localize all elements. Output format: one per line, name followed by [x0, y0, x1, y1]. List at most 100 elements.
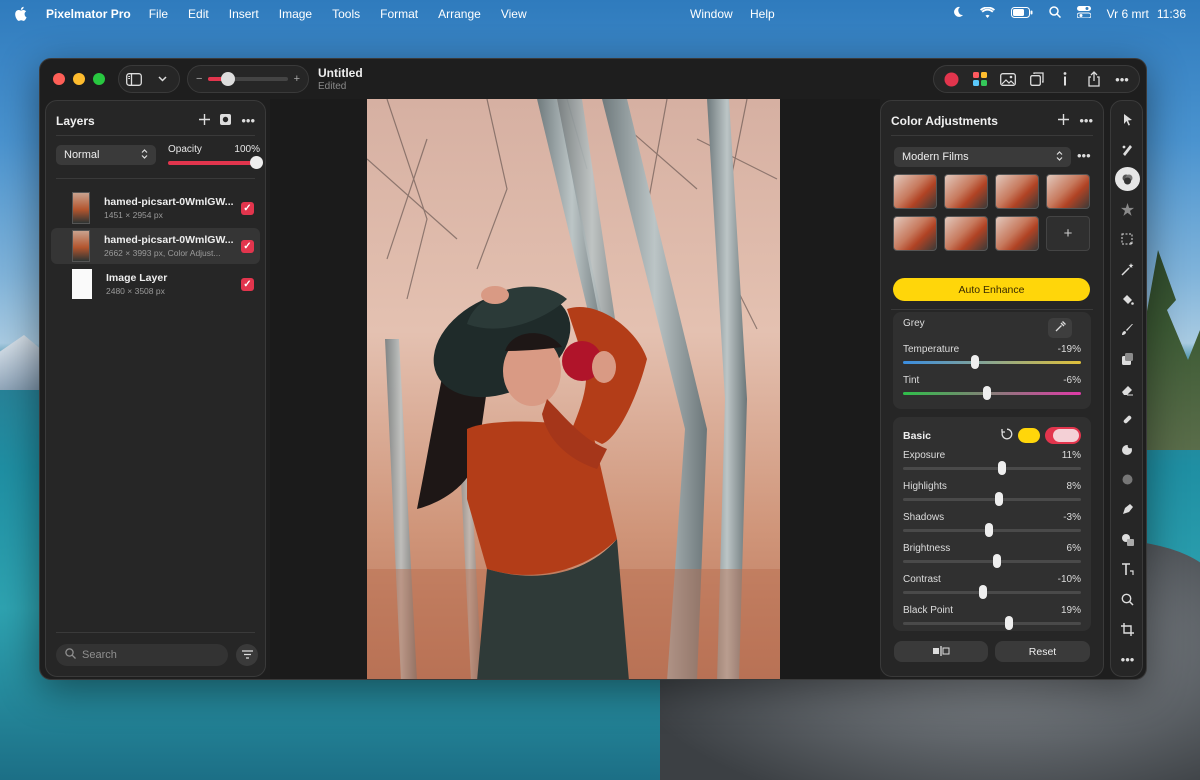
- add-adjustment-icon[interactable]: [1058, 113, 1070, 128]
- slider-value[interactable]: -10%: [1058, 574, 1081, 585]
- image-icon[interactable]: [999, 70, 1017, 88]
- zoom-out-icon[interactable]: −: [196, 73, 202, 85]
- eraser-tool-icon[interactable]: [1115, 377, 1140, 401]
- reset-button[interactable]: Reset: [995, 641, 1090, 662]
- add-layer-icon[interactable]: [199, 113, 211, 128]
- basic-slider-highlights[interactable]: Highlights 8%: [903, 481, 1081, 506]
- layer-row[interactable]: hamed-picsart-0WmlGW... 1451 × 2954 px ✓: [51, 190, 260, 226]
- zoom-tool-icon[interactable]: [1115, 587, 1140, 611]
- slider-knob[interactable]: [995, 492, 1004, 506]
- menu-format[interactable]: Format: [380, 7, 418, 21]
- layer-visibility-checkbox[interactable]: ✓: [241, 277, 254, 291]
- zoom-slider[interactable]: [208, 72, 288, 86]
- arrange-icon[interactable]: [1028, 70, 1046, 88]
- basic-slider-black-point[interactable]: Black Point 19%: [903, 605, 1081, 630]
- tint-value[interactable]: -6%: [1063, 375, 1081, 386]
- compare-button[interactable]: [894, 641, 988, 662]
- menu-window[interactable]: Window: [690, 7, 733, 21]
- type-tool-icon[interactable]: [1115, 557, 1140, 581]
- preset-thumbnail[interactable]: [944, 216, 988, 251]
- reset-circle-icon[interactable]: [1001, 428, 1013, 443]
- temperature-track[interactable]: [903, 361, 1081, 364]
- eyedropper-button[interactable]: [1048, 318, 1072, 338]
- opacity-value[interactable]: 100%: [234, 144, 260, 155]
- menu-view[interactable]: View: [501, 7, 527, 21]
- paint-bucket-tool-icon[interactable]: [1115, 287, 1140, 311]
- slider-value[interactable]: -3%: [1063, 512, 1081, 523]
- slider-knob[interactable]: [997, 461, 1006, 475]
- slider-value[interactable]: 6%: [1067, 543, 1081, 554]
- slider-track[interactable]: [903, 591, 1081, 594]
- selection-tool-icon[interactable]: [1115, 227, 1140, 251]
- menu-app-name[interactable]: Pixelmator Pro: [46, 7, 131, 21]
- menu-tools[interactable]: Tools: [332, 7, 360, 21]
- battery-icon[interactable]: [1010, 6, 1033, 21]
- basic-slider-contrast[interactable]: Contrast -10%: [903, 574, 1081, 599]
- pen-tool-icon[interactable]: [1115, 497, 1140, 521]
- temperature-knob[interactable]: [971, 355, 980, 369]
- filter-button[interactable]: [236, 644, 258, 666]
- preset-thumbnail[interactable]: [893, 216, 937, 251]
- temperature-slider[interactable]: Temperature -19%: [903, 344, 1081, 369]
- slider-knob[interactable]: [1004, 616, 1013, 630]
- tint-knob[interactable]: [982, 386, 991, 400]
- slider-track[interactable]: [903, 498, 1081, 501]
- slider-knob[interactable]: [985, 523, 994, 537]
- control-center-icon[interactable]: [1076, 6, 1092, 21]
- slider-value[interactable]: 11%: [1062, 450, 1081, 461]
- wifi-icon[interactable]: [979, 6, 995, 21]
- slider-value[interactable]: 8%: [1067, 481, 1081, 492]
- color-picker-icon[interactable]: [942, 70, 960, 88]
- chevron-down-icon[interactable]: [153, 70, 171, 88]
- canvas-area[interactable]: [270, 99, 880, 679]
- menu-arrange[interactable]: Arrange: [438, 7, 481, 21]
- zoom-button[interactable]: [93, 73, 105, 85]
- menu-edit[interactable]: Edit: [188, 7, 209, 21]
- basic-slider-brightness[interactable]: Brightness 6%: [903, 543, 1081, 568]
- more-tools-icon[interactable]: •••: [1115, 647, 1140, 671]
- color-adjust-tool-icon[interactable]: [1115, 167, 1140, 191]
- zoom-slider-knob[interactable]: [221, 72, 236, 86]
- layer-visibility-checkbox[interactable]: ✓: [241, 239, 254, 253]
- preset-thumbnail[interactable]: [1046, 174, 1090, 209]
- temperature-value[interactable]: -19%: [1058, 344, 1081, 355]
- add-preset-button[interactable]: +: [1046, 216, 1090, 251]
- effects-tool-icon[interactable]: [1115, 197, 1140, 221]
- mask-icon[interactable]: [220, 113, 232, 128]
- tint-track[interactable]: [903, 392, 1081, 395]
- moon-icon[interactable]: [952, 6, 964, 21]
- slider-track[interactable]: [903, 560, 1081, 563]
- arrange-tool-icon[interactable]: [1115, 107, 1140, 131]
- preset-thumbnail[interactable]: [944, 174, 988, 209]
- presets-icon[interactable]: [971, 70, 989, 88]
- distort-tool-icon[interactable]: [1115, 437, 1140, 461]
- slider-track[interactable]: [903, 467, 1081, 470]
- canvas-photo[interactable]: [367, 99, 780, 679]
- adjust-more-icon[interactable]: •••: [1079, 113, 1093, 128]
- menu-time[interactable]: 11:36: [1157, 7, 1186, 21]
- blend-mode-select[interactable]: Normal: [56, 145, 156, 165]
- spotlight-search-icon[interactable]: [1048, 6, 1061, 21]
- layers-more-icon[interactable]: •••: [241, 113, 255, 128]
- menu-insert[interactable]: Insert: [229, 7, 259, 21]
- preset-more-icon[interactable]: •••: [1077, 148, 1091, 163]
- shapes-tool-icon[interactable]: [1115, 527, 1140, 551]
- info-icon[interactable]: [1056, 70, 1074, 88]
- slider-knob[interactable]: [979, 585, 988, 599]
- brush-tool-icon[interactable]: [1115, 317, 1140, 341]
- menu-file[interactable]: File: [149, 7, 168, 21]
- preset-thumbnail[interactable]: [995, 216, 1039, 251]
- preset-thumbnail[interactable]: [893, 174, 937, 209]
- apple-logo-icon[interactable]: [14, 6, 28, 21]
- layer-row[interactable]: Image Layer 2480 × 3508 px ✓: [51, 266, 260, 302]
- opacity-slider-knob[interactable]: [250, 156, 263, 169]
- layer-visibility-checkbox[interactable]: ✓: [241, 201, 254, 215]
- menu-help[interactable]: Help: [750, 7, 775, 21]
- menu-image[interactable]: Image: [279, 7, 312, 21]
- more-icon[interactable]: •••: [1113, 70, 1131, 88]
- auto-basic-icon[interactable]: [1018, 428, 1040, 443]
- minimize-button[interactable]: [73, 73, 85, 85]
- menu-date[interactable]: Vr 6 mrt: [1107, 7, 1149, 21]
- close-button[interactable]: [53, 73, 65, 85]
- zoom-in-icon[interactable]: +: [294, 73, 300, 85]
